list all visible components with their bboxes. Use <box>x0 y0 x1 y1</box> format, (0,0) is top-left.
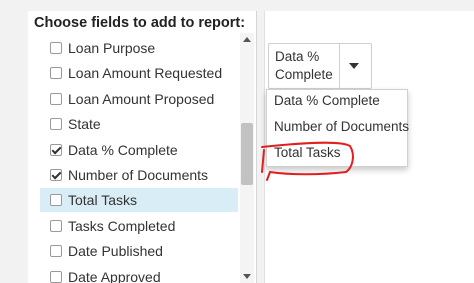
field-label: Number of Documents <box>68 167 209 183</box>
field-label: Date Approved <box>68 268 161 283</box>
report-field-select[interactable]: Data % Complete <box>268 43 372 89</box>
select-dropdown-menu: Data % Complete Number of Documents Tota… <box>266 89 409 167</box>
checkbox[interactable] <box>50 118 62 131</box>
select-current-value: Data % Complete <box>275 49 333 82</box>
field-item[interactable]: Loan Purpose <box>40 36 238 60</box>
checkbox[interactable] <box>50 194 62 207</box>
checkbox[interactable] <box>50 67 62 80</box>
dropdown-option-number-of-documents[interactable]: Number of Documents <box>274 119 409 134</box>
field-label: Date Published <box>68 243 163 260</box>
field-label: Loan Amount Proposed <box>68 90 215 107</box>
field-label: State <box>68 116 101 133</box>
field-item[interactable]: Date Published <box>40 239 238 263</box>
field-label: Data % Complete <box>68 141 178 158</box>
dropdown-option-total-tasks[interactable]: Total Tasks <box>274 145 341 160</box>
field-item[interactable]: Total Tasks <box>40 188 238 213</box>
scroll-up-arrow-icon[interactable] <box>243 37 251 42</box>
checkbox[interactable] <box>50 42 62 54</box>
field-label: Tasks Completed <box>68 217 176 234</box>
checkbox[interactable] <box>50 92 62 105</box>
field-list-scrollbar[interactable] <box>240 33 254 283</box>
checked-checkbox[interactable] <box>50 169 62 181</box>
field-item[interactable]: Number of Documents <box>40 163 238 187</box>
panel-title: Choose fields to add to report: <box>34 15 246 31</box>
field-chooser-panel: Loan Purpose Loan Amount Requested Loan Am… <box>28 11 257 283</box>
chevron-down-icon[interactable] <box>349 63 359 69</box>
scroll-thumb[interactable] <box>241 123 253 185</box>
select-divider <box>339 44 340 88</box>
field-item[interactable]: Loan Amount Proposed <box>40 87 238 111</box>
field-label: Total Tasks <box>68 192 137 209</box>
field-label: Loan Purpose <box>68 40 156 56</box>
checkbox[interactable] <box>50 270 62 283</box>
field-item[interactable]: Tasks Completed <box>40 214 238 238</box>
field-item[interactable]: Date Approved <box>40 265 238 283</box>
checked-checkbox[interactable] <box>50 143 62 156</box>
field-label: Loan Amount Requested <box>68 65 223 82</box>
field-item[interactable]: State <box>40 112 238 136</box>
checkbox[interactable] <box>50 219 62 232</box>
dropdown-option-data-complete[interactable]: Data % Complete <box>274 93 380 108</box>
field-item[interactable]: Loan Amount Requested <box>40 61 238 85</box>
scroll-down-arrow-icon[interactable] <box>243 274 251 279</box>
checkbox[interactable] <box>50 245 62 258</box>
field-item[interactable]: Data % Complete <box>40 138 238 162</box>
